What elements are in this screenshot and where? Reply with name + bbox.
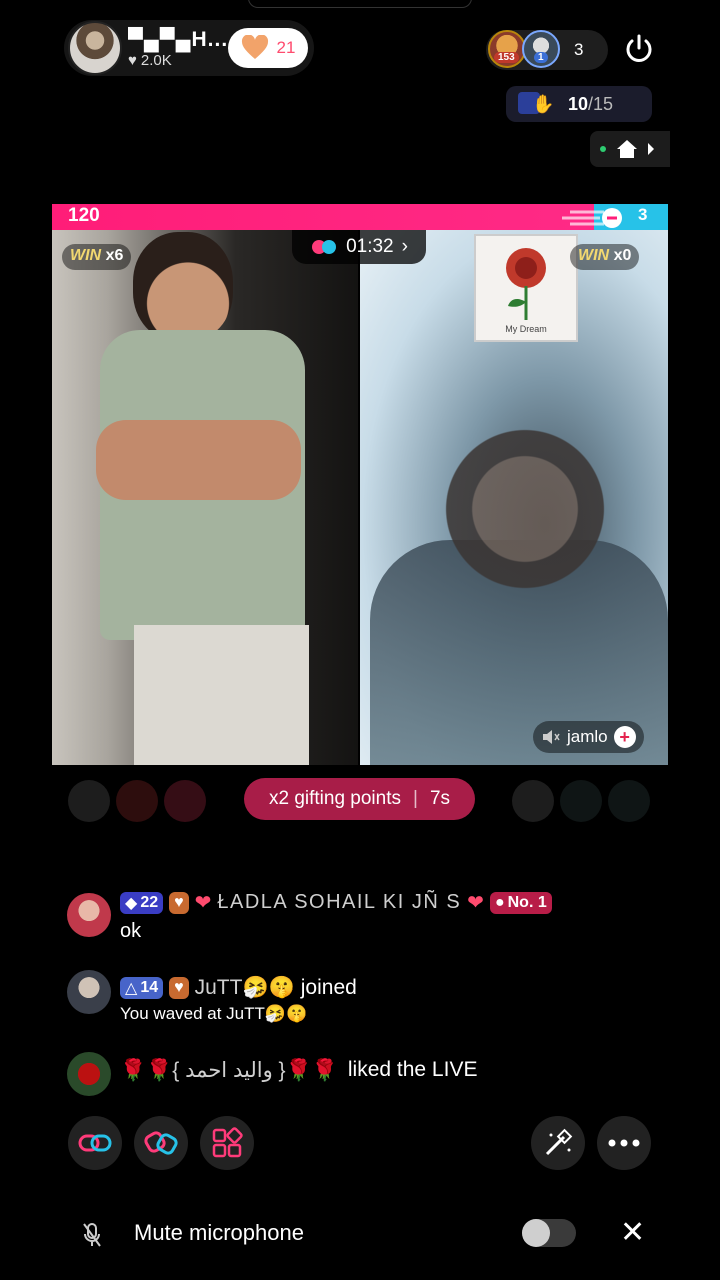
mute-microphone-label: Mute microphone [134, 1220, 304, 1245]
host-pants [134, 625, 309, 765]
broken-heart-icon: ❤ [194, 892, 212, 914]
chat-username[interactable]: 🌹🌹{ واليد احمد }🌹🌹 [120, 1058, 338, 1083]
fan-badge: ♥ [169, 977, 189, 999]
host-arms [96, 420, 301, 500]
microphone-off-icon [83, 1223, 101, 1247]
host-name: ▀▄▀▄H... [128, 28, 229, 51]
gifting-points-pill[interactable]: x2 gifting points | 7s [244, 778, 475, 820]
timer-text: 01:32 [346, 236, 394, 257]
chat-join-line: △ 14 ♥ JuTT🤧🤫 joined [120, 976, 357, 1000]
gifting-text: x2 gifting points [268, 788, 401, 809]
score-right: 3 [638, 205, 648, 224]
follow-plus-icon[interactable]: + [613, 726, 636, 748]
more-options-button[interactable] [597, 1116, 651, 1170]
more-apps-button[interactable] [200, 1116, 254, 1170]
heart-small-icon: ♥ [128, 52, 137, 69]
level-badge: △ 14 [120, 977, 164, 999]
home-icon [617, 140, 637, 158]
power-icon[interactable] [622, 32, 656, 66]
status-notch [248, 0, 472, 8]
triangle-icon: △ [125, 980, 138, 997]
ellipsis-icon [608, 1139, 640, 1147]
boxing-gloves-icon [144, 1131, 178, 1155]
broken-heart-icon: ❤ [467, 892, 484, 914]
supporter-avatar[interactable] [68, 780, 110, 822]
chat-wave-note: You waved at JuTT🤧🤫 [120, 1004, 308, 1023]
heart-button[interactable]: 21 [228, 28, 308, 68]
magic-wand-icon [545, 1128, 573, 1156]
viewer-badge: 1 [534, 52, 548, 63]
chat-avatar[interactable] [67, 1052, 111, 1096]
supporter-slot-icon[interactable] [560, 780, 602, 822]
opponent-name: jamlo [567, 727, 608, 746]
mute-microphone-row [0, 1200, 720, 1268]
right-win-tag: WIN x0 [570, 244, 640, 270]
battle-timer[interactable]: 01:32 › [292, 230, 426, 264]
rank-pill[interactable]: ✋ 10/15 [506, 86, 652, 122]
supporter-avatar[interactable] [116, 780, 158, 822]
host-likes: ♥ 2.0K [128, 52, 172, 69]
diamond-icon: ◆ [125, 894, 138, 912]
battle-gloves-icon [312, 240, 337, 254]
gifting-seconds: 7s [429, 788, 451, 809]
rank-total: /15 [588, 94, 614, 114]
link-button[interactable] [68, 1116, 122, 1170]
separator: | [413, 788, 418, 809]
chat-avatar[interactable] [67, 970, 111, 1014]
like-action: liked the LIVE [347, 1058, 478, 1081]
rank-current: 10 [568, 94, 589, 114]
chat-avatar[interactable] [67, 893, 111, 937]
rose-icon [506, 248, 546, 320]
host-head [133, 232, 233, 342]
explore-pill[interactable] [590, 131, 670, 167]
sword-icon [562, 208, 622, 228]
chat-message: ok [120, 920, 142, 942]
join-action: joined [300, 976, 357, 999]
host-avatar[interactable] [68, 21, 122, 75]
heart-icon [241, 35, 268, 59]
gift-card[interactable]: My Dream [474, 234, 578, 342]
score-left: 120 [68, 205, 100, 226]
chat-username[interactable]: ŁADLA SOHAIL KI JÑ S [217, 891, 461, 914]
link-icon [78, 1134, 112, 1152]
chat-header: ◆ 22 ♥ ❤ ŁADLA SOHAIL KI JÑ S ❤ ● No. 1 [120, 890, 552, 915]
chevron-right-icon: › [401, 236, 408, 257]
apps-grid-icon [212, 1127, 243, 1158]
opponent-head [440, 410, 610, 590]
effects-button[interactable] [531, 1116, 585, 1170]
viewer-badge: 153 [494, 52, 519, 63]
supporter-slot-icon[interactable] [608, 780, 650, 822]
toggle-knob [522, 1219, 550, 1247]
alarm-icon: ● [494, 893, 505, 911]
viewer-count: 3 [574, 40, 584, 59]
fan-badge: ♥ [169, 891, 189, 914]
host-likes-count: 2.0K [140, 52, 172, 69]
opponent-name-tag[interactable]: jamlo + [533, 721, 644, 753]
level-badge: ◆ 22 [120, 891, 164, 914]
chat-like-line: 🌹🌹{ واليد احمد }🌹🌹 liked the LIVE [120, 1058, 477, 1083]
arrow-right-icon [648, 143, 654, 155]
rank-badge: ● No. 1 [489, 891, 552, 914]
mute-toggle[interactable] [522, 1219, 576, 1247]
muted-speaker-icon [543, 730, 560, 744]
chat-username[interactable]: JuTT🤧🤫 [195, 976, 295, 1000]
close-icon[interactable]: ✕ [620, 1218, 645, 1248]
supporter-avatar[interactable] [164, 780, 206, 822]
left-win-tag: WIN x6 [62, 244, 132, 270]
hand-icon: ✋ [532, 94, 555, 114]
battle-button[interactable] [134, 1116, 188, 1170]
live-dot [600, 146, 606, 152]
supporter-avatar[interactable] [512, 780, 554, 822]
gift-card-label: My Dream [505, 324, 547, 334]
heart-count: 21 [276, 38, 296, 57]
